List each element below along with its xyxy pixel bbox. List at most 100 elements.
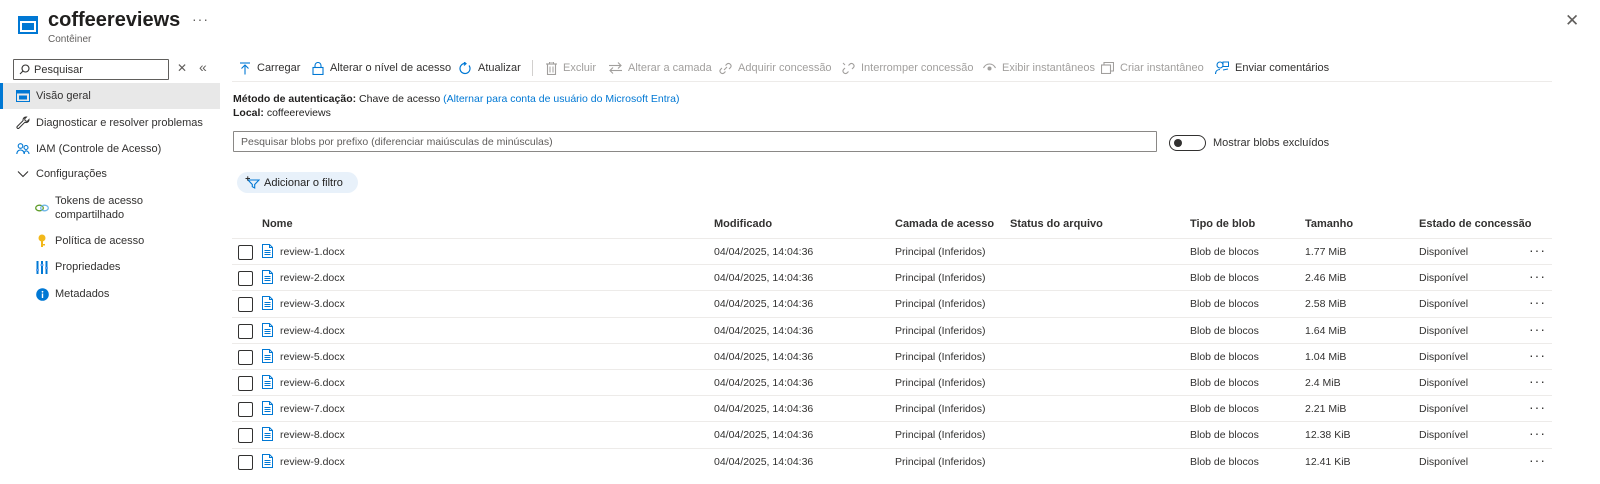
sidebar-item-metadata[interactable]: Metadados bbox=[0, 281, 220, 307]
row-checkbox[interactable] bbox=[238, 297, 253, 312]
blob-search-input[interactable] bbox=[234, 132, 1156, 151]
refresh-button[interactable]: Atualizar bbox=[458, 57, 521, 79]
cell-name[interactable]: review-3.docx bbox=[280, 298, 345, 310]
sidebar-group-settings[interactable]: Configurações bbox=[0, 161, 220, 187]
table-row[interactable]: review-5.docx 04/04/2025, 14:04:36 Princip… bbox=[232, 343, 1552, 369]
sidebar-item-iam[interactable]: IAM (Controle de Acesso) bbox=[0, 136, 220, 162]
clear-search-button[interactable]: ✕ bbox=[177, 61, 187, 75]
auth-method-line: Método de autenticação: Chave de acesso … bbox=[233, 93, 679, 105]
sidebar-search-input[interactable] bbox=[34, 61, 164, 78]
cell-blob-type: Blob de blocos bbox=[1190, 377, 1259, 389]
cell-name[interactable]: review-7.docx bbox=[280, 403, 345, 415]
view-snapshots-button[interactable]: Exibir instantâneos bbox=[983, 57, 1095, 79]
more-options-button[interactable]: ··· bbox=[192, 11, 209, 27]
delete-button[interactable]: Excluir bbox=[546, 57, 596, 79]
table-row[interactable]: review-9.docx 04/04/2025, 14:04:36 Princip… bbox=[232, 448, 1552, 474]
row-more-button[interactable]: ··· bbox=[1529, 347, 1546, 363]
row-checkbox[interactable] bbox=[238, 455, 253, 470]
cell-name[interactable]: review-4.docx bbox=[280, 325, 345, 337]
column-header-modified[interactable]: Modificado bbox=[714, 218, 772, 230]
cell-lease-state: Disponível bbox=[1419, 403, 1469, 415]
sidebar-item-access-policy[interactable]: Política de acesso bbox=[0, 228, 220, 254]
break-lease-label: Interromper concessão bbox=[861, 62, 974, 74]
cell-access-tier: Principal (Inferidos) bbox=[895, 325, 986, 337]
cell-size: 2.46 MiB bbox=[1305, 272, 1347, 284]
change-tier-button[interactable]: Alterar a camada bbox=[609, 57, 712, 79]
sidebar-item-overview[interactable]: Visão geral bbox=[0, 83, 220, 109]
row-more-button[interactable]: ··· bbox=[1529, 452, 1546, 468]
cell-name[interactable]: review-8.docx bbox=[280, 429, 345, 441]
document-file-icon bbox=[262, 349, 273, 363]
close-button[interactable]: ✕ bbox=[1565, 11, 1579, 31]
sidebar-item-sas-tokens[interactable]: Tokens de acesso compartilhado bbox=[0, 193, 220, 223]
table-row[interactable]: review-2.docx 04/04/2025, 14:04:36 Princip… bbox=[232, 264, 1552, 290]
acquire-lease-button[interactable]: Adquirir concessão bbox=[719, 57, 832, 79]
row-checkbox[interactable] bbox=[238, 324, 253, 339]
cell-name[interactable]: review-9.docx bbox=[280, 456, 345, 468]
table-row[interactable]: review-6.docx 04/04/2025, 14:04:36 Princip… bbox=[232, 369, 1552, 395]
page-header: coffeereviews ··· Contêiner ✕ bbox=[0, 0, 1600, 54]
switch-auth-link[interactable]: (Alternar para conta de usuário do Micro… bbox=[443, 93, 679, 105]
cell-name[interactable]: review-6.docx bbox=[280, 377, 345, 389]
row-more-button[interactable]: ··· bbox=[1529, 242, 1546, 258]
blob-search-box[interactable] bbox=[233, 131, 1157, 152]
row-checkbox[interactable] bbox=[238, 402, 253, 417]
table-row[interactable]: review-8.docx 04/04/2025, 14:04:36 Princip… bbox=[232, 421, 1552, 447]
create-snapshot-label: Criar instantâneo bbox=[1120, 62, 1204, 74]
cell-access-tier: Principal (Inferidos) bbox=[895, 351, 986, 363]
change-tier-label: Alterar a camada bbox=[628, 62, 712, 74]
refresh-label: Atualizar bbox=[478, 62, 521, 74]
row-checkbox[interactable] bbox=[238, 376, 253, 391]
break-lease-button[interactable]: Interromper concessão bbox=[842, 57, 974, 79]
auth-method-label: Método de autenticação: bbox=[233, 93, 357, 105]
row-checkbox[interactable] bbox=[238, 428, 253, 443]
row-more-button[interactable]: ··· bbox=[1529, 268, 1546, 284]
change-access-level-button[interactable]: Alterar o nível de acesso bbox=[312, 57, 451, 79]
send-feedback-button[interactable]: Enviar comentários bbox=[1215, 57, 1329, 79]
cell-blob-type: Blob de blocos bbox=[1190, 298, 1259, 310]
row-more-button[interactable]: ··· bbox=[1529, 321, 1546, 337]
refresh-icon bbox=[459, 61, 471, 74]
sidebar-item-properties[interactable]: Propriedades bbox=[0, 254, 220, 280]
column-header-access-tier[interactable]: Camada de acesso bbox=[895, 218, 994, 230]
create-snapshot-button[interactable]: Criar instantâneo bbox=[1101, 57, 1204, 79]
cell-size: 12.41 KiB bbox=[1305, 456, 1351, 468]
sidebar-item-label: Visão geral bbox=[36, 90, 91, 102]
wrench-icon bbox=[16, 116, 30, 130]
collapse-sidebar-button[interactable]: « bbox=[199, 59, 207, 75]
cell-name[interactable]: review-5.docx bbox=[280, 351, 345, 363]
table-row[interactable]: review-3.docx 04/04/2025, 14:04:36 Princip… bbox=[232, 290, 1552, 316]
cell-lease-state: Disponível bbox=[1419, 429, 1469, 441]
table-row[interactable]: review-4.docx 04/04/2025, 14:04:36 Princip… bbox=[232, 317, 1552, 343]
cell-name[interactable]: review-1.docx bbox=[280, 246, 345, 258]
row-more-button[interactable]: ··· bbox=[1529, 425, 1546, 441]
row-checkbox[interactable] bbox=[238, 350, 253, 365]
cell-name[interactable]: review-2.docx bbox=[280, 272, 345, 284]
column-header-size[interactable]: Tamanho bbox=[1305, 218, 1353, 230]
sidebar-item-diagnose[interactable]: Diagnosticar e resolver problemas bbox=[0, 110, 220, 136]
command-bar: Carregar Alterar o nível de acesso Atual… bbox=[232, 57, 1552, 81]
search-icon bbox=[19, 64, 30, 75]
row-checkbox[interactable] bbox=[238, 245, 253, 260]
column-header-archive-status[interactable]: Status do arquivo bbox=[1010, 218, 1103, 230]
cell-modified: 04/04/2025, 14:04:36 bbox=[714, 351, 814, 363]
add-filter-label: Adicionar o filtro bbox=[264, 176, 343, 189]
sidebar-search-box[interactable] bbox=[13, 59, 169, 80]
table-row[interactable]: review-7.docx 04/04/2025, 14:04:36 Princip… bbox=[232, 395, 1552, 421]
show-deleted-toggle[interactable] bbox=[1169, 135, 1206, 151]
upload-button[interactable]: Carregar bbox=[239, 57, 300, 79]
people-icon bbox=[16, 142, 30, 156]
toolbar-divider bbox=[532, 60, 533, 76]
column-header-name[interactable]: Nome bbox=[262, 218, 293, 230]
add-filter-button[interactable]: Adicionar o filtro bbox=[237, 172, 358, 193]
document-file-icon bbox=[262, 244, 273, 258]
row-more-button[interactable]: ··· bbox=[1529, 294, 1546, 310]
table-row[interactable]: review-1.docx 04/04/2025, 14:04:36 Princip… bbox=[232, 238, 1552, 264]
row-checkbox[interactable] bbox=[238, 271, 253, 286]
document-file-icon bbox=[262, 401, 273, 415]
column-header-lease-state[interactable]: Estado de concessão bbox=[1419, 218, 1532, 230]
snapshot-icon bbox=[1101, 62, 1114, 74]
row-more-button[interactable]: ··· bbox=[1529, 373, 1546, 389]
row-more-button[interactable]: ··· bbox=[1529, 399, 1546, 415]
column-header-blob-type[interactable]: Tipo de blob bbox=[1190, 218, 1255, 230]
